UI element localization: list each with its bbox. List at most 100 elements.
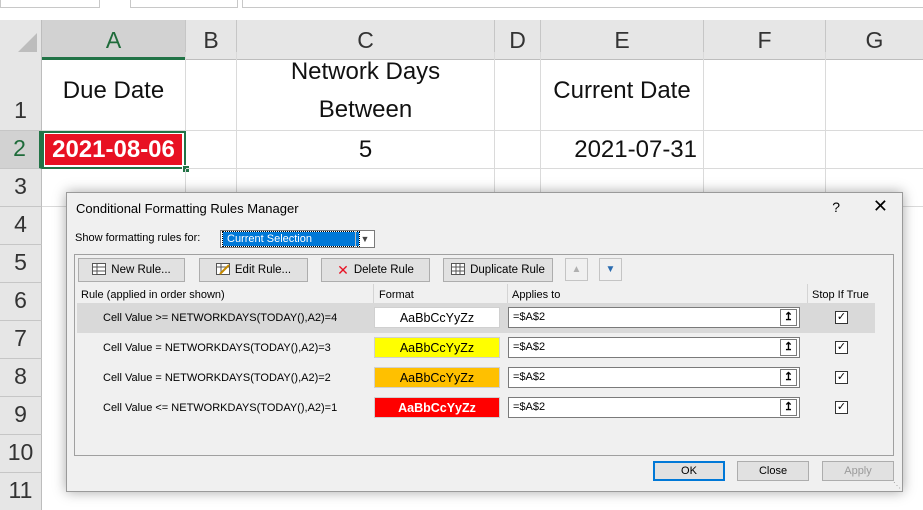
row-header-11[interactable]: 11 — [0, 473, 42, 510]
duplicate-rule-button[interactable]: Duplicate Rule — [443, 258, 553, 282]
cell-c2-text: 5 — [358, 135, 373, 163]
cell-d1[interactable] — [495, 52, 541, 131]
row-header-5[interactable]: 5 — [0, 245, 42, 283]
cell-b1[interactable] — [186, 52, 237, 131]
rule-text: Cell Value <= NETWORKDAYS(TODAY(),A2)=1 — [103, 402, 338, 414]
row-number: 3 — [14, 173, 27, 199]
cell-a2[interactable]: 2021-08-06 — [42, 131, 186, 169]
close-icon[interactable]: ✕ — [873, 196, 888, 217]
delete-x-icon: ✕ — [337, 261, 349, 278]
format-preview[interactable]: AaBbCcYyZz — [374, 397, 500, 418]
edit-rule-label: Edit Rule... — [234, 264, 292, 276]
row-number: 4 — [14, 211, 27, 237]
cell-g1[interactable] — [826, 52, 923, 131]
row-header-3[interactable]: 3 — [0, 169, 42, 207]
cell-a1[interactable]: Due Date — [42, 52, 186, 131]
format-column-header: Format — [379, 289, 414, 301]
cell-c2[interactable]: 5 — [237, 131, 495, 169]
new-rule-button[interactable]: New Rule... — [78, 258, 185, 282]
toolbar-stub[interactable] — [130, 0, 238, 8]
row-header-4[interactable]: 4 — [0, 207, 42, 245]
rule-text: Cell Value >= NETWORKDAYS(TODAY(),A2)=4 — [103, 312, 338, 324]
dialog-title: Conditional Formatting Rules Manager — [76, 201, 299, 216]
help-icon[interactable]: ? — [832, 199, 840, 215]
applies-column-header: Applies to — [512, 289, 561, 301]
row-number: 9 — [14, 401, 27, 427]
stop-if-true-checkbox[interactable]: ✓ — [835, 311, 848, 324]
rules-panel: New Rule... Edit Rule... ✕ Delete Rule Du… — [74, 254, 894, 456]
row-number: 10 — [7, 439, 34, 465]
rule-column-header: Rule (applied in order shown) — [81, 289, 225, 301]
duplicate-table-icon — [451, 262, 466, 278]
cell-c1[interactable]: Network Days Between — [237, 52, 495, 131]
name-box-stub[interactable] — [0, 0, 100, 8]
row-header-1[interactable]: 1 — [0, 52, 42, 131]
show-rules-dropdown[interactable]: Current Selection ▼ — [220, 230, 375, 248]
cell-e1-text: Current Date — [553, 77, 691, 104]
edit-table-icon — [215, 262, 230, 278]
close-button[interactable]: Close — [737, 461, 809, 481]
applies-to-value: =$A$2 — [513, 371, 546, 383]
range-picker-icon[interactable]: ↥ — [780, 339, 797, 356]
stop-if-true-checkbox[interactable]: ✓ — [835, 371, 848, 384]
duplicate-rule-label: Duplicate Rule — [470, 264, 545, 276]
delete-rule-label: Delete Rule — [353, 264, 414, 276]
conditional-formatting-dialog: Conditional Formatting Rules Manager ? ✕… — [66, 192, 903, 492]
formula-input-stub[interactable] — [242, 0, 923, 8]
row-header-9[interactable]: 9 — [0, 397, 42, 435]
header-separator — [507, 284, 508, 304]
cell-f1[interactable] — [704, 52, 826, 131]
cell-b2[interactable] — [186, 131, 237, 169]
move-down-icon[interactable]: ▼ — [599, 258, 622, 281]
rule-row[interactable]: Cell Value = NETWORKDAYS(TODAY(),A2)=3 A… — [77, 333, 875, 363]
format-preview[interactable]: AaBbCcYyZz — [374, 307, 500, 328]
new-rule-label: New Rule... — [111, 264, 171, 276]
format-preview[interactable]: AaBbCcYyZz — [374, 337, 500, 358]
rule-row[interactable]: Cell Value <= NETWORKDAYS(TODAY(),A2)=1 … — [77, 393, 875, 423]
delete-rule-button[interactable]: ✕ Delete Rule — [321, 258, 430, 282]
stop-if-true-checkbox[interactable]: ✓ — [835, 401, 848, 414]
rule-row[interactable]: Cell Value = NETWORKDAYS(TODAY(),A2)=2 A… — [77, 363, 875, 393]
row-number: 8 — [14, 363, 27, 389]
table-icon — [92, 262, 107, 278]
applies-to-field[interactable]: =$A$2 ↥ — [508, 367, 800, 388]
applies-to-field[interactable]: =$A$2 ↥ — [508, 337, 800, 358]
range-picker-icon[interactable]: ↥ — [780, 399, 797, 416]
row-number: 1 — [14, 97, 27, 123]
applies-to-value: =$A$2 — [513, 311, 546, 323]
applies-to-field[interactable]: =$A$2 ↥ — [508, 307, 800, 328]
row-number: 2 — [13, 135, 26, 161]
row-header-2[interactable]: 2 — [0, 131, 42, 169]
stop-column-header: Stop If True — [812, 289, 869, 301]
chevron-down-icon[interactable]: ▼ — [355, 231, 374, 247]
row-header-8[interactable]: 8 — [0, 359, 42, 397]
cell-e2-text: 2021-07-31 — [574, 135, 697, 163]
applies-to-value: =$A$2 — [513, 341, 546, 353]
row-number: 11 — [8, 477, 33, 503]
move-up-icon[interactable]: ▲ — [565, 258, 588, 281]
cell-e2[interactable]: 2021-07-31 — [541, 131, 704, 169]
cell-f2[interactable] — [704, 131, 826, 169]
ok-button[interactable]: OK — [653, 461, 725, 481]
resize-grip-icon[interactable]: ⋱ — [893, 481, 901, 490]
row-header-10[interactable]: 10 — [0, 435, 42, 473]
applies-to-field[interactable]: =$A$2 ↥ — [508, 397, 800, 418]
row-header-6[interactable]: 6 — [0, 283, 42, 321]
format-preview[interactable]: AaBbCcYyZz — [374, 367, 500, 388]
cell-g2[interactable] — [826, 131, 923, 169]
header-separator — [807, 284, 808, 304]
apply-button[interactable]: Apply — [822, 461, 894, 481]
edit-rule-button[interactable]: Edit Rule... — [199, 258, 308, 282]
cell-d2[interactable] — [495, 131, 541, 169]
range-picker-icon[interactable]: ↥ — [780, 369, 797, 386]
row-number: 5 — [14, 249, 27, 275]
row-number: 6 — [14, 287, 27, 313]
stop-if-true-checkbox[interactable]: ✓ — [835, 341, 848, 354]
cell-e1[interactable]: Current Date — [541, 52, 704, 131]
rule-row[interactable]: Cell Value >= NETWORKDAYS(TODAY(),A2)=4 … — [77, 303, 875, 333]
header-separator — [373, 284, 374, 304]
range-picker-icon[interactable]: ↥ — [780, 309, 797, 326]
cell-a1-text: Due Date — [62, 77, 165, 104]
applies-to-value: =$A$2 — [513, 401, 546, 413]
row-header-7[interactable]: 7 — [0, 321, 42, 359]
